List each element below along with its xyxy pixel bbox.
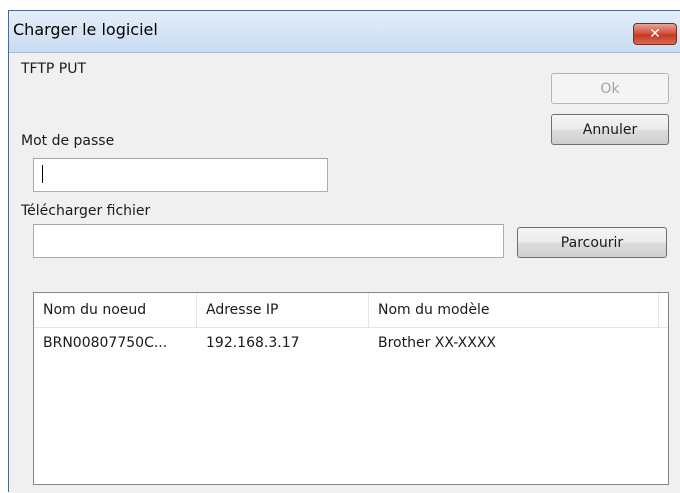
cell-node-name: BRN00807750C... (43, 335, 168, 351)
title-bar[interactable]: Charger le logiciel ✕ (9, 11, 680, 53)
ok-button[interactable]: Ok (551, 73, 669, 104)
upload-file-label: Télécharger fichier (21, 203, 151, 219)
close-button[interactable]: ✕ (633, 23, 677, 45)
table-row[interactable]: BRN00807750C... 192.168.3.17 Brother XX-… (34, 329, 668, 357)
window-title: Charger le logiciel (13, 20, 158, 39)
protocol-label: TFTP PUT (21, 61, 87, 77)
dialog-content: TFTP PUT Ok Annuler Mot de passe Télécha… (9, 53, 680, 493)
device-list-header: Nom du noeud Adresse IP Nom du modèle (34, 293, 668, 328)
dialog-window: Charger le logiciel ✕ TFTP PUT Ok Annule… (8, 10, 680, 493)
column-header-ip-address[interactable]: Adresse IP (197, 293, 369, 327)
password-label: Mot de passe (21, 133, 115, 149)
cancel-button[interactable]: Annuler (551, 114, 669, 145)
cell-model-name: Brother XX-XXXX (378, 335, 497, 351)
upload-file-field[interactable] (33, 224, 504, 258)
browse-button[interactable]: Parcourir (517, 227, 667, 258)
text-caret (42, 165, 43, 183)
column-header-model-name[interactable]: Nom du modèle (369, 293, 659, 327)
device-list[interactable]: Nom du noeud Adresse IP Nom du modèle BR… (33, 292, 669, 485)
close-icon: ✕ (649, 26, 661, 42)
password-field[interactable] (33, 158, 328, 192)
column-header-node-name[interactable]: Nom du noeud (34, 293, 197, 327)
cell-ip-address: 192.168.3.17 (206, 335, 300, 351)
